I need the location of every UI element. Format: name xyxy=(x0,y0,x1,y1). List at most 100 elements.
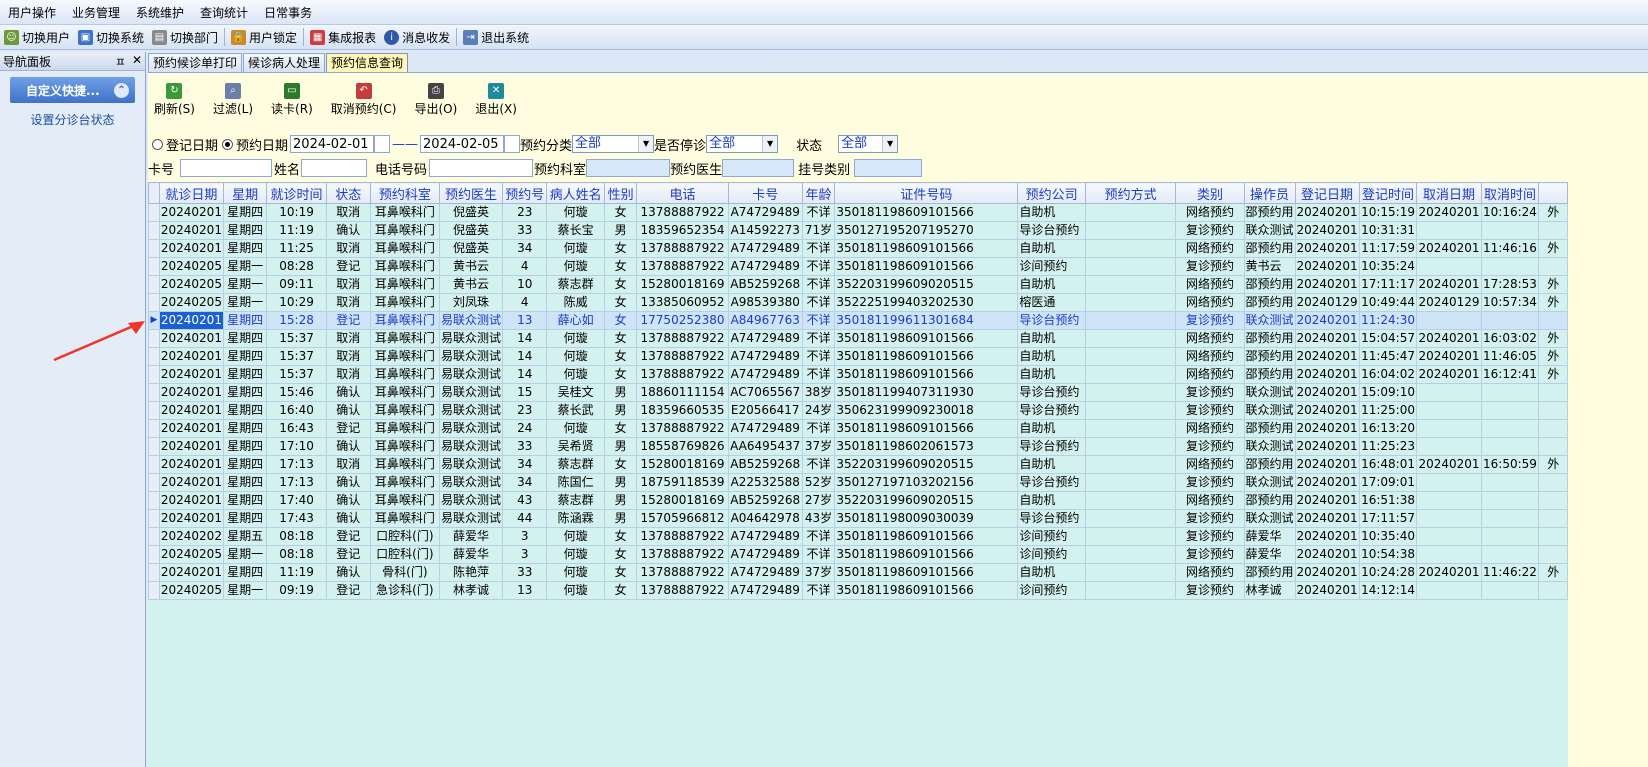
table-cell: 15:28 xyxy=(266,311,327,330)
read-card-button[interactable]: ▭ 读卡(R) xyxy=(271,83,313,117)
name-input[interactable] xyxy=(301,159,368,177)
message-button[interactable]: i 消息收发 xyxy=(380,26,454,48)
column-header[interactable]: 星期 xyxy=(222,182,268,204)
table-row[interactable]: 20240201 星期四 17:10 确认 耳鼻喉科门 易联众测试 33 吴希贤男 185587… xyxy=(148,437,1568,456)
nav-item-triage-status[interactable]: 设置分诊台状态 xyxy=(10,103,135,131)
refresh-button[interactable]: ↻ 刷新(S) xyxy=(154,83,195,117)
column-header[interactable]: 取消时间 xyxy=(1480,182,1540,204)
card-input[interactable] xyxy=(180,159,273,177)
radio-appointment-date[interactable] xyxy=(222,138,234,150)
menu-system[interactable]: 系统维护 xyxy=(128,4,192,21)
table-row[interactable]: 20240201 星期四 17:43 确认 耳鼻喉科门 易联众测试 44 陈涵霖男 157059… xyxy=(148,509,1568,528)
menu-query[interactable]: 查询统计 xyxy=(192,4,256,21)
collapse-icon[interactable]: ⌃ xyxy=(114,82,129,98)
table-cell: A74729489 xyxy=(727,527,803,546)
stopped-select[interactable]: 全部 ▼ xyxy=(706,135,779,153)
table-row[interactable]: 20240201 星期四 16:40 确认 耳鼻喉科门 易联众测试 23 蔡长武男 183596… xyxy=(148,401,1568,420)
table-row[interactable]: 20240201 星期四 10:19 取消 耳鼻喉科门 倪盛英 23 何璇女 137888879… xyxy=(148,203,1568,222)
nav-group-shortcuts[interactable]: 自定义快捷... ⌃ xyxy=(10,77,135,103)
lock-user-button[interactable]: 🔒 用户锁定 xyxy=(227,26,301,48)
regtype-input[interactable] xyxy=(854,159,923,177)
tab-appointment-query[interactable]: 预约信息查询 xyxy=(326,53,409,72)
menu-user-ops[interactable]: 用户操作 xyxy=(0,4,64,21)
table-row[interactable]: 20240201 星期四 15:46 确认 耳鼻喉科门 易联众测试 15 吴桂文男 188601… xyxy=(148,383,1568,402)
column-header[interactable]: 登记日期 xyxy=(1294,182,1360,204)
category-label: 预约分类 xyxy=(520,138,573,154)
table-row[interactable]: 20240205 星期一 09:11 取消 耳鼻喉科门 黄书云 10 蔡志群女 15280018… xyxy=(148,275,1568,294)
table-row[interactable]: 20240201 星期四 17:40 确认 耳鼻喉科门 易联众测试 43 蔡志群男 152800… xyxy=(148,491,1568,510)
table-cell: 易联众测试 xyxy=(438,329,503,348)
export-button[interactable]: ⎙ 导出(O) xyxy=(415,83,457,117)
date-to-picker[interactable] xyxy=(504,135,521,153)
exit-button[interactable]: ✕ 退出(X) xyxy=(475,83,517,117)
table-row[interactable]: 20240201 星期四 11:25 取消 耳鼻喉科门 倪盛英 34 何璇女 137888879… xyxy=(148,239,1568,258)
tab-waiting-patients[interactable]: 候诊病人处理 xyxy=(243,53,326,72)
column-header[interactable]: 操作员 xyxy=(1243,182,1296,204)
table-row[interactable]: 20240201 星期四 11:19 确认 骨科(门) 陈艳萍 33 何璇女 137888879… xyxy=(148,563,1568,582)
column-header[interactable]: 年龄 xyxy=(801,182,836,204)
tab-print-slip[interactable]: 预约候诊单打印 xyxy=(148,53,243,72)
column-header[interactable]: 登记时间 xyxy=(1358,182,1418,204)
column-header[interactable]: 卡号 xyxy=(727,182,803,204)
table-cell: 23 xyxy=(501,401,548,420)
table-row[interactable]: 20240201 星期四 15:37 取消 耳鼻喉科门 易联众测试 14 何璇女 1378888… xyxy=(148,347,1568,366)
exit-system-button[interactable]: ⇥ 退出系统 xyxy=(459,26,533,48)
table-row[interactable]: 20240201 星期四 16:43 登记 耳鼻喉科门 易联众测试 24 何璇女 1378888… xyxy=(148,419,1568,438)
table-row[interactable]: 20240201 星期四 11:19 确认 耳鼻喉科门 倪盛英 33 蔡长宝男 18359652… xyxy=(148,221,1568,240)
column-header[interactable]: 就诊时间 xyxy=(266,182,327,204)
column-header[interactable] xyxy=(1538,182,1568,204)
table-row[interactable]: 20240205 星期一 10:29 取消 耳鼻喉科门 刘凤珠 4 陈威女 1338506095… xyxy=(148,293,1568,312)
table-cell: 10:29 xyxy=(266,293,327,312)
table-cell: 350181198609101566 xyxy=(834,257,1019,276)
table-row[interactable]: 20240201 星期四 17:13 取消 耳鼻喉科门 易联众测试 34 蔡志群女 152800… xyxy=(148,455,1568,474)
doctor-input[interactable] xyxy=(722,159,795,177)
column-header[interactable]: 状态 xyxy=(325,182,371,204)
column-header[interactable]: 预约医生 xyxy=(438,182,503,204)
table-row[interactable]: 20240205 星期一 09:19 登记 急诊科(门) 林孝诚 13 何璇女 13788887… xyxy=(148,581,1568,600)
phone-input[interactable] xyxy=(429,159,534,177)
switch-user-button[interactable]: ☺ 切换用户 xyxy=(0,26,74,48)
table-row[interactable]: 20240205 星期一 08:28 登记 耳鼻喉科门 黄书云 4 何璇女 1378888792… xyxy=(148,257,1568,276)
dept-input[interactable] xyxy=(586,159,671,177)
table-cell: 易联众测试 xyxy=(438,509,503,528)
filter-button[interactable]: ⌕ 过滤(L) xyxy=(213,83,253,117)
column-header[interactable]: 证件号码 xyxy=(834,182,1019,204)
category-select[interactable]: 全部 ▼ xyxy=(572,135,655,153)
status-select[interactable]: 全部 ▼ xyxy=(838,135,899,153)
table-row[interactable]: 20240201 星期四 15:37 取消 耳鼻喉科门 易联众测试 14 何璇女 1378888… xyxy=(148,365,1568,384)
table-row[interactable]: ▶ 20240201 星期四 15:28 登记 耳鼻喉科门 易联众测试 13 薛心如女 17750… xyxy=(148,311,1568,330)
menu-daily[interactable]: 日常事务 xyxy=(256,4,320,21)
column-header[interactable]: 性别 xyxy=(603,182,638,204)
table-cell: 23 xyxy=(501,203,548,222)
radio-register-date[interactable] xyxy=(152,138,163,150)
appointment-grid[interactable]: 就诊日期 星期 就诊时间 状态 预约科室 预约医生 预约号 病人姓名 性别 电话 卡号 年龄 证件号码预… xyxy=(148,182,1568,767)
table-row[interactable]: 20240201 星期四 15:37 取消 耳鼻喉科门 易联众测试 14 何璇女 1378888… xyxy=(148,329,1568,348)
close-icon[interactable]: ✕ xyxy=(132,53,142,70)
cancel-appointment-button[interactable]: ↶ 取消预约(C) xyxy=(331,83,397,117)
date-to-field[interactable]: 2024-02-05 xyxy=(420,135,505,153)
column-header[interactable]: 取消日期 xyxy=(1416,182,1482,204)
table-cell: 09:19 xyxy=(266,581,327,600)
table-cell: 20240201 xyxy=(1416,563,1482,582)
pin-icon[interactable]: ㅍ xyxy=(115,53,126,70)
column-header[interactable]: 预约公司 xyxy=(1017,182,1086,204)
column-header[interactable]: 类别 xyxy=(1175,182,1245,204)
table-row[interactable]: 20240205 星期一 08:18 登记 口腔科(门) 薛爱华 3 何璇女 137888879… xyxy=(148,545,1568,564)
table-cell xyxy=(1538,509,1568,528)
column-header[interactable]: 电话 xyxy=(636,182,729,204)
table-row[interactable]: 20240201 星期四 17:13 确认 耳鼻喉科门 易联众测试 34 陈国仁男 187591… xyxy=(148,473,1568,492)
exit-system-label: 退出系统 xyxy=(481,30,530,45)
column-header[interactable]: 预约号 xyxy=(501,182,548,204)
table-row[interactable]: 20240202 星期五 08:18 登记 口腔科(门) 薛爱华 3 何璇女 137888879… xyxy=(148,527,1568,546)
switch-dept-button[interactable]: ▤ 切换部门 xyxy=(148,26,222,48)
column-header[interactable]: 预约方式 xyxy=(1084,182,1177,204)
column-header[interactable]: 病人姓名 xyxy=(546,182,605,204)
column-header[interactable]: 预约科室 xyxy=(369,182,440,204)
date-from-picker[interactable] xyxy=(374,135,391,153)
menu-business[interactable]: 业务管理 xyxy=(64,4,128,21)
column-header[interactable]: 就诊日期 xyxy=(158,182,224,204)
report-button[interactable]: ▦ 集成报表 xyxy=(306,26,380,48)
name-label: 姓名 xyxy=(274,162,301,178)
switch-system-button[interactable]: ▣ 切换系统 xyxy=(74,26,148,48)
date-from-field[interactable]: 2024-02-01 xyxy=(290,135,375,153)
